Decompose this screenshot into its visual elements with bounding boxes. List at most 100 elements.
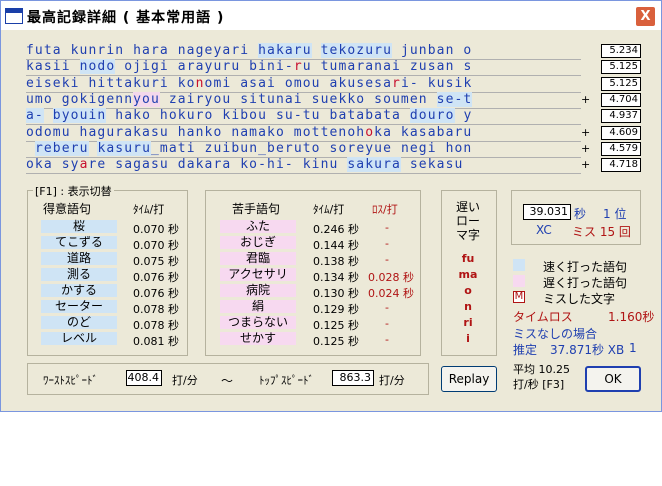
romaji-line: futa kunrin hara nageyari hakaru tekozur… bbox=[26, 43, 581, 60]
slow-romaji-char: o bbox=[464, 284, 472, 297]
timeloss-value: 1.160秒 bbox=[608, 310, 655, 324]
line-time-row: 5.125 bbox=[581, 60, 641, 76]
line-plus-mark: + bbox=[581, 92, 591, 106]
line-time-value: 4.609 bbox=[601, 125, 641, 140]
miss-char: r bbox=[293, 59, 303, 75]
bad-word: ふた bbox=[220, 220, 296, 233]
good-word: 桜 bbox=[41, 220, 117, 233]
good-word: てこずる bbox=[41, 236, 117, 249]
estimate-label: 推定 bbox=[513, 343, 538, 357]
good-word-time: 0.078 秒 bbox=[133, 319, 179, 332]
good-word: かする bbox=[41, 284, 117, 297]
bad-word: おじぎ bbox=[220, 236, 296, 249]
miss-legend-mark: M bbox=[513, 291, 525, 303]
bad-word: せかす bbox=[220, 332, 296, 345]
line-plus-mark: + bbox=[581, 158, 591, 172]
bad-header-time: ﾀｲﾑ/打 bbox=[313, 203, 345, 216]
bad-word-loss: - bbox=[385, 221, 389, 234]
bad-word-loss: - bbox=[385, 317, 389, 330]
replay-button[interactable]: Replay bbox=[441, 366, 497, 392]
total-time-value: 39.031 bbox=[523, 204, 571, 220]
line-time-row: +4.609 bbox=[581, 125, 641, 142]
romaji-segment: eiseki hittakuri ko bbox=[26, 75, 196, 91]
bad-word: 君臨 bbox=[220, 252, 296, 265]
romaji-segment: y bbox=[454, 108, 473, 124]
line-time-row: +4.718 bbox=[581, 158, 641, 174]
bad-word-time: 0.246 秒 bbox=[313, 223, 359, 236]
slow-legend-label: 遅く打った語句 bbox=[543, 276, 628, 290]
bad-word-time: 0.125 秒 bbox=[313, 319, 359, 332]
miss-char: o bbox=[365, 124, 375, 140]
miss-char: a bbox=[79, 157, 89, 173]
miss-count-text: ミス 15 回 bbox=[572, 225, 631, 239]
highlighted-word: sakura bbox=[347, 157, 401, 173]
bad-word: アクセサリ bbox=[220, 268, 296, 281]
bad-word-time: 0.130 秒 bbox=[313, 287, 359, 300]
romaji-line: oka syare sagasu dakara ko-hi- kinu saku… bbox=[26, 157, 581, 175]
close-button[interactable]: X bbox=[635, 6, 656, 27]
bad-header-loss: ﾛｽ/打 bbox=[372, 203, 398, 216]
highlighted-word: hakaru bbox=[258, 43, 312, 58]
slow-romaji-title: 遅い ロー マ字 bbox=[448, 200, 488, 242]
top-speed-label: ﾄｯﾌﾟｽﾋﾟｰﾄﾞ bbox=[259, 374, 314, 387]
bad-word-time: 0.144 秒 bbox=[313, 239, 359, 252]
ok-button[interactable]: OK bbox=[585, 366, 641, 392]
miss-char: r bbox=[392, 75, 401, 91]
bad-word-loss: - bbox=[385, 301, 389, 314]
window-title: 最高記録詳細 ( 基本常用語 ) bbox=[27, 10, 225, 26]
bad-word-time: 0.138 秒 bbox=[313, 255, 359, 268]
romaji-line: kasii nodo ojigi arayuru bini-ru tumaran… bbox=[26, 59, 581, 77]
line-time-row: +4.579 bbox=[581, 141, 641, 158]
romaji-segment bbox=[26, 141, 35, 156]
slow-title-line3: マ字 bbox=[455, 228, 480, 242]
romaji-segment: u tumaranai zusan s bbox=[302, 59, 473, 75]
estimate-rank: 1 bbox=[629, 341, 637, 355]
good-word-time: 0.081 秒 bbox=[133, 335, 179, 348]
good-word: セーター bbox=[41, 300, 117, 313]
line-plus-mark: + bbox=[581, 141, 591, 155]
speed-range-tilde: 〜 bbox=[221, 374, 234, 388]
line-time-value: 5.234 bbox=[601, 44, 641, 58]
window-icon bbox=[5, 8, 23, 24]
good-word: のど bbox=[41, 316, 117, 329]
level-text: XC bbox=[536, 223, 552, 237]
top-speed-value: 863.3 bbox=[332, 370, 374, 386]
miss-legend-label: ミスした文字 bbox=[543, 292, 616, 306]
highlighted-word: a- bbox=[26, 108, 44, 124]
bad-word-time: 0.134 秒 bbox=[313, 271, 359, 284]
miss-char: n bbox=[195, 75, 205, 91]
line-time-value: 4.937 bbox=[601, 109, 641, 124]
romaji-segment: oka sy bbox=[26, 157, 80, 173]
good-word-time: 0.076 秒 bbox=[133, 287, 179, 300]
slow-legend-swatch bbox=[513, 275, 525, 287]
romaji-segment: ka kasabaru bbox=[374, 124, 473, 140]
line-time-row: 4.937 bbox=[581, 109, 641, 125]
bad-word: つまらない bbox=[220, 316, 296, 329]
bad-word: 病院 bbox=[220, 284, 296, 297]
good-word: レベル bbox=[41, 332, 117, 345]
bad-header-word: 苦手語句 bbox=[232, 202, 281, 216]
romaji-text-area: futa kunrin hara nageyari hakaru tekozur… bbox=[26, 43, 581, 176]
line-time-row: +4.704 bbox=[581, 92, 641, 109]
line-time-value: 5.125 bbox=[601, 76, 641, 91]
highlighted-word: nodo bbox=[79, 59, 116, 75]
good-word-time: 0.076 秒 bbox=[133, 271, 179, 284]
romaji-segment: re sagasu dakara ko-hi- kinu bbox=[88, 157, 348, 173]
nomiss-label: ミスなしの場合 bbox=[513, 327, 598, 341]
rank-text: 1 位 bbox=[603, 207, 627, 221]
highlighted-word: byouin bbox=[52, 108, 107, 124]
title-bar[interactable]: 最高記録詳細 ( 基本常用語 ) X bbox=[1, 1, 661, 30]
slow-title-line1: 遅い bbox=[455, 200, 480, 214]
slow-romaji-char: i bbox=[466, 332, 470, 345]
average-unit: 打/秒 [F3] bbox=[513, 378, 565, 391]
bad-word-loss: 0.028 秒 bbox=[368, 271, 414, 284]
line-time-value: 4.579 bbox=[601, 141, 641, 156]
fast-legend-swatch bbox=[513, 259, 525, 271]
average-label: 平均 10.25 bbox=[513, 363, 570, 376]
romaji-segment: ojigi arayuru bini- bbox=[115, 59, 294, 75]
romaji-segment: zairyou situnai suekko soumen bbox=[159, 91, 437, 107]
top-speed-unit: 打/分 bbox=[379, 374, 405, 387]
romaji-segment: umo gokigenn bbox=[26, 91, 134, 107]
line-time-row: 5.234 bbox=[581, 44, 641, 60]
highlighted-word: you bbox=[133, 91, 160, 107]
